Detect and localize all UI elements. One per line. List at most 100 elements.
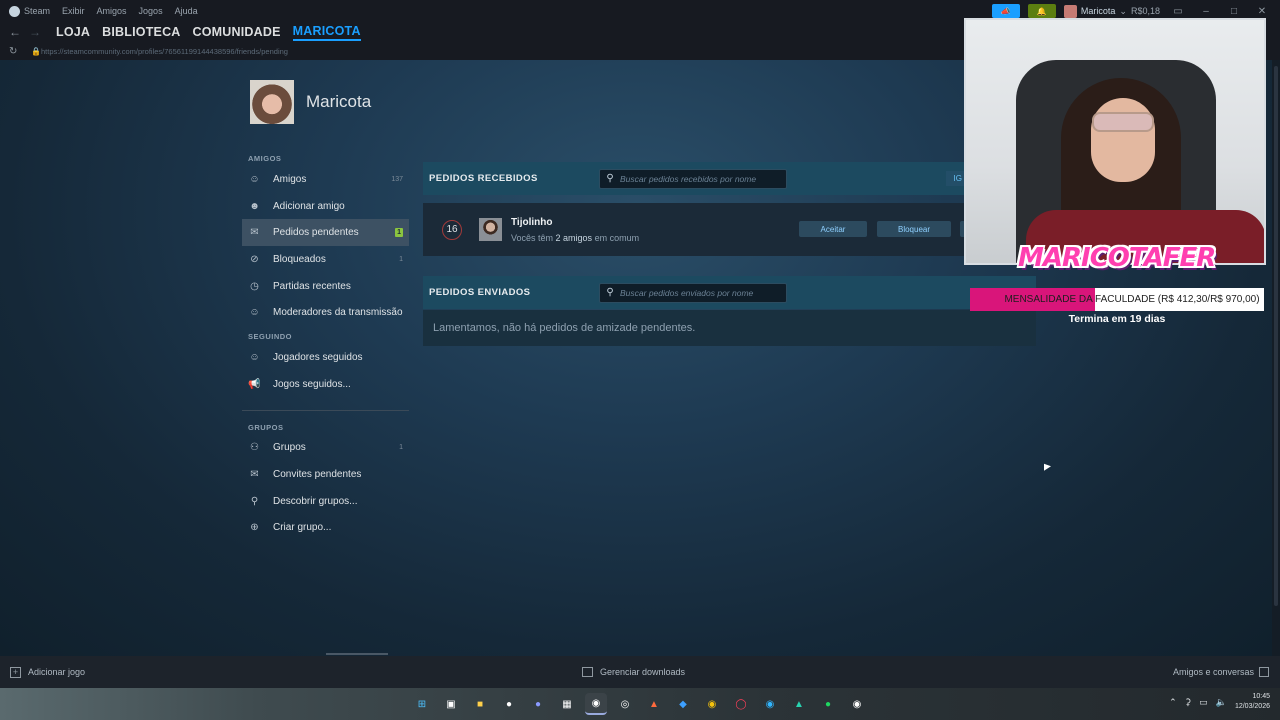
- search-icon: ⚲: [606, 287, 614, 298]
- clock-date: 12/03/2026: [1234, 703, 1270, 710]
- steam-status-bar: + Adicionar jogo Gerenciar downloads Ami…: [0, 656, 1280, 688]
- sidebar-item-blocked[interactable]: ⊘ Bloqueados 1: [242, 246, 409, 273]
- profile-avatar[interactable]: [250, 80, 294, 124]
- file-explorer-icon[interactable]: ■: [469, 693, 491, 715]
- requester-name[interactable]: Tijolinho: [511, 217, 639, 228]
- forward-arrow-icon[interactable]: →: [26, 25, 44, 39]
- back-arrow-icon[interactable]: ←: [6, 25, 24, 39]
- sidebar-item-recent-games[interactable]: ◷ Partidas recentes: [242, 273, 409, 300]
- avatar[interactable]: [479, 218, 502, 241]
- speaker-icon[interactable]: 🔈: [1216, 697, 1227, 708]
- section-friends-heading: AMIGOS: [248, 154, 282, 163]
- search-icon: ⚲: [250, 495, 259, 507]
- download-icon: [582, 667, 593, 677]
- sidebar-item-discover-groups[interactable]: ⚲ Descobrir grupos...: [242, 488, 409, 515]
- edge-icon[interactable]: ◉: [759, 693, 781, 715]
- add-game-label: Adicionar jogo: [28, 667, 86, 677]
- webcam-glasses: [1092, 112, 1154, 132]
- mutual-friends-text: Vocês têm 2 amigos em comum: [511, 232, 640, 243]
- sidebar-item-label: Criar grupo...: [273, 522, 332, 534]
- search-icon: ⚲: [606, 173, 614, 184]
- groups-count: 1: [399, 444, 403, 452]
- app-icon[interactable]: ●: [498, 693, 520, 715]
- discord-icon[interactable]: ●: [527, 693, 549, 715]
- sidebar-item-followed-games[interactable]: 📢 Jogos seguidos...: [242, 371, 409, 398]
- maximize-button[interactable]: □: [1224, 6, 1244, 17]
- sidebar-item-groups[interactable]: ⚇ Grupos 1: [242, 435, 409, 462]
- menu-steam[interactable]: Steam: [24, 6, 50, 16]
- opera-icon[interactable]: ◯: [730, 693, 752, 715]
- notifications-button[interactable]: 🔔: [1027, 4, 1056, 18]
- scrollbar-thumb[interactable]: [1274, 66, 1278, 606]
- spotify-icon[interactable]: ●: [817, 693, 839, 715]
- person-icon: ☺: [249, 173, 260, 185]
- clock[interactable]: 10:45 12/03/2026: [1235, 692, 1270, 712]
- obs-icon[interactable]: ◎: [614, 693, 636, 715]
- friends-chat-label: Amigos e conversas: [1172, 667, 1254, 677]
- brave-icon[interactable]: ▲: [643, 693, 665, 715]
- app-icon[interactable]: ◉: [846, 693, 868, 715]
- url-text[interactable]: https://steamcommunity.com/profiles/7656…: [41, 47, 288, 56]
- epic-games-icon[interactable]: ▦: [556, 693, 578, 715]
- sidebar-item-add-friend[interactable]: ☻ Adicionar amigo: [242, 193, 409, 220]
- block-icon: ⊘: [250, 253, 259, 265]
- clock-icon: ◷: [250, 280, 259, 292]
- accept-button[interactable]: Aceitar: [799, 221, 867, 237]
- sidebar-item-create-group[interactable]: ⊕ Criar grupo...: [242, 515, 409, 542]
- received-search-input[interactable]: [620, 173, 780, 184]
- sent-search-input[interactable]: [620, 287, 780, 298]
- battlenet-icon[interactable]: ◆: [672, 693, 694, 715]
- friends-count: 137: [391, 175, 403, 183]
- system-tray: ⌃ ⚳ ▭ 🔈 10:45 12/03/2026: [1169, 692, 1270, 712]
- manage-downloads-button[interactable]: Gerenciar downloads: [582, 667, 685, 677]
- taskbar-apps: ⊞ ▣ ■ ● ● ▦ ◉ ◎ ▲ ◆ ◉ ◯ ◉ ▲ ● ◉: [411, 693, 868, 715]
- account-name: Maricota: [1080, 6, 1116, 16]
- chrome-icon[interactable]: ◉: [701, 693, 723, 715]
- app-icon[interactable]: ▲: [788, 693, 810, 715]
- display-icon[interactable]: ▭: [1199, 697, 1208, 708]
- chevron-up-icon[interactable]: ⌃: [1169, 697, 1177, 708]
- big-picture-icon[interactable]: ▭: [1168, 6, 1188, 17]
- menu-view[interactable]: Exibir: [62, 6, 85, 16]
- sidebar-item-label: Pedidos pendentes: [273, 227, 359, 239]
- sidebar-item-pending-requests[interactable]: ✉ Pedidos pendentes 1: [242, 219, 409, 247]
- steam-logo-icon: [9, 5, 20, 17]
- friends-chat-button[interactable]: Amigos e conversas: [1173, 667, 1269, 677]
- sidebar-item-label: Grupos: [273, 442, 306, 454]
- goal-remaining-text: Termina em 19 dias: [1068, 313, 1166, 325]
- section-groups-heading: GRUPOS: [248, 422, 284, 432]
- avatar: [1063, 4, 1077, 18]
- envelope-icon: ✉: [250, 227, 259, 239]
- tab-community[interactable]: COMUNIDADE: [193, 25, 281, 39]
- minimize-button[interactable]: –: [1196, 6, 1216, 17]
- reload-icon[interactable]: ↻: [9, 46, 23, 57]
- webcam-person-face: [1091, 98, 1155, 182]
- start-icon[interactable]: ⊞: [411, 693, 433, 715]
- mutual-friends-count[interactable]: 2 amigos: [556, 233, 593, 243]
- menu-friends[interactable]: Amigos: [97, 6, 127, 16]
- block-button[interactable]: Bloquear: [877, 221, 951, 237]
- sidebar-item-label: Adicionar amigo: [273, 200, 345, 212]
- add-game-button[interactable]: + Adicionar jogo: [10, 666, 86, 678]
- announcements-button[interactable]: 📣: [991, 4, 1020, 18]
- microphone-icon[interactable]: ⚳: [1185, 697, 1192, 708]
- sidebar-item-broadcast-moderators[interactable]: ☺ Moderadores da transmissão: [242, 299, 409, 326]
- steam-icon[interactable]: ◉: [585, 693, 607, 715]
- tab-store[interactable]: LOJA: [56, 25, 90, 39]
- profile-name[interactable]: Maricota: [306, 92, 371, 112]
- tab-library[interactable]: BIBLIOTECA: [102, 25, 180, 39]
- pending-count-badge: 1: [395, 228, 403, 238]
- sidebar-item-friends[interactable]: ☺ Amigos 137: [242, 166, 409, 193]
- menu-help[interactable]: Ajuda: [175, 6, 198, 16]
- received-search: ⚲: [599, 168, 787, 189]
- page-scrollbar[interactable]: [1272, 60, 1280, 656]
- sidebar-item-followed-players[interactable]: ☺ Jogadores seguidos: [242, 344, 409, 371]
- menu-games[interactable]: Jogos: [139, 6, 163, 16]
- envelope-icon: ✉: [250, 469, 259, 481]
- sidebar-item-group-invites[interactable]: ✉ Convites pendentes: [242, 461, 409, 488]
- donation-goal-bar: MENSALIDADE DA FACULDADE (R$ 412,30/R$ 9…: [970, 288, 1264, 311]
- task-view-icon[interactable]: ▣: [440, 693, 462, 715]
- tab-profile[interactable]: MARICOTA: [292, 24, 361, 41]
- account-menu[interactable]: Maricota ⌄ R$0,18: [1063, 4, 1160, 18]
- close-button[interactable]: ✕: [1252, 6, 1272, 17]
